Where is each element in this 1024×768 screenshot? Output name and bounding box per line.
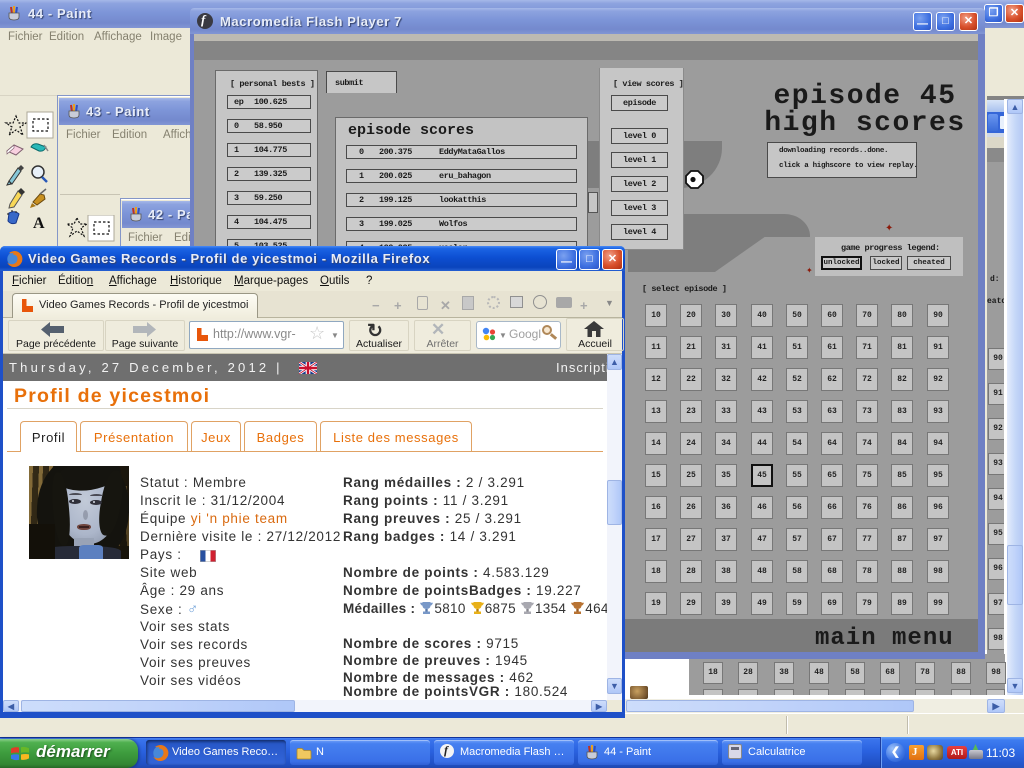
svg-text:A: A — [33, 215, 45, 232]
